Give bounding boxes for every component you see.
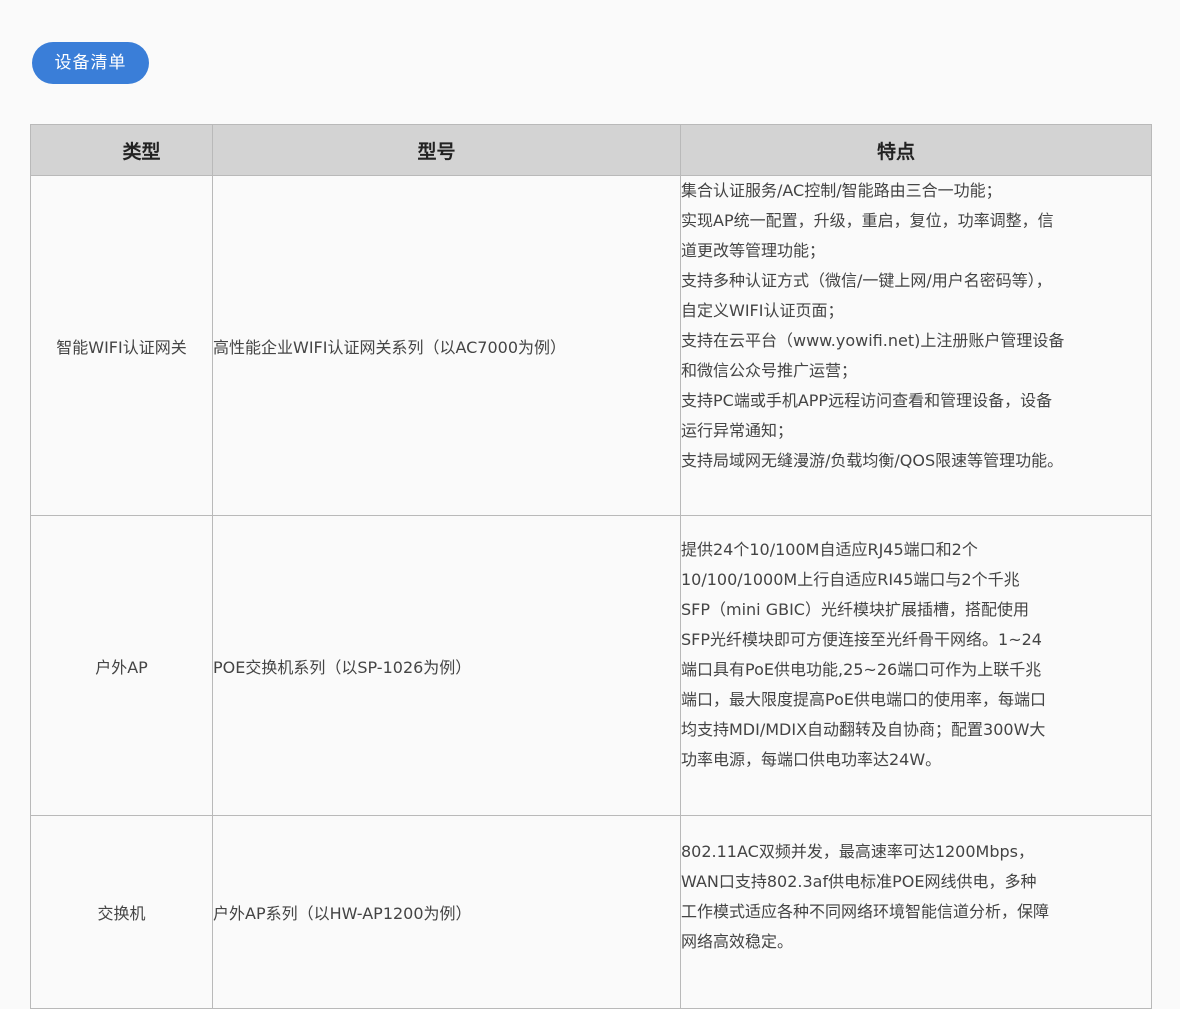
feature-line: 运行异常通知；: [681, 421, 794, 440]
feature-line: 集合认证服务/AC控制/智能路由三合一功能；: [681, 181, 1002, 200]
cell-type: 智能WIFI认证网关: [30, 175, 213, 516]
feature-line: 提供24个10/100M自适应RJ45端口和2个: [681, 540, 978, 559]
feature-line: 和微信公众号推广运营；: [681, 361, 858, 380]
table-row: 智能WIFI认证网关 高性能企业WIFI认证网关系列（以AC7000为例） 集合…: [30, 175, 1152, 516]
feature-line: 支持多种认证方式（微信/一键上网/用户名密码等），: [681, 271, 1052, 290]
equipment-table: 类型 型号 特点 智能WIFI认证网关 高性能企业WIFI认证网关系列（以AC7…: [30, 124, 1152, 1009]
section-title-badge: 设备清单: [32, 42, 149, 84]
cell-type: 交换机: [30, 815, 213, 1009]
feature-line: 端口具有PoE供电功能,25~26端口可作为上联千兆: [681, 660, 1042, 679]
header-model: 型号: [212, 124, 681, 176]
cell-model: 高性能企业WIFI认证网关系列（以AC7000为例）: [212, 175, 681, 516]
feature-line: 支持局域网无缝漫游/负载均衡/QOS限速等管理功能。: [681, 451, 1064, 470]
table-row: 户外AP POE交换机系列（以SP-1026为例） 提供24个10/100M自适…: [30, 515, 1152, 816]
feature-line: SFP光纤模块即可方便连接至光纤骨干网络。1~24: [681, 630, 1042, 649]
cell-features: 提供24个10/100M自适应RJ45端口和2个 10/100/1000M上行自…: [680, 515, 1152, 816]
header-features: 特点: [680, 124, 1152, 176]
cell-model: 户外AP系列（以HW-AP1200为例）: [212, 815, 681, 1009]
feature-line: 支持PC端或手机APP远程访问查看和管理设备，设备: [681, 391, 1053, 410]
feature-line: 均支持MDI/MDIX自动翻转及自协商；配置300W大: [681, 720, 1046, 739]
header-type: 类型: [30, 124, 213, 176]
feature-line: 10/100/1000M上行自适应RI45端口与2个千兆: [681, 570, 1020, 589]
feature-line: 自定义WIFI认证页面；: [681, 301, 844, 320]
table-header-row: 类型 型号 特点: [30, 124, 1152, 176]
table-row: 交换机 户外AP系列（以HW-AP1200为例） 802.11AC双频并发，最高…: [30, 815, 1152, 1009]
page: 设备清单 类型 型号 特点 智能WIFI认证网关 高性能企业WIFI认证网关系列…: [0, 0, 1180, 1009]
feature-line: 道更改等管理功能；: [681, 241, 826, 260]
feature-line: 实现AP统一配置，升级，重启，复位，功率调整，信: [681, 211, 1054, 230]
cell-features: 802.11AC双频并发，最高速率可达1200Mbps， WAN口支持802.3…: [680, 815, 1152, 1009]
feature-line: 支持在云平台（www.yowifi.net)上注册账户管理设备: [681, 331, 1065, 350]
feature-line: 802.11AC双频并发，最高速率可达1200Mbps，: [681, 842, 1034, 861]
feature-line: 网络高效稳定。: [681, 932, 794, 951]
feature-line: 工作模式适应各种不同网络环境智能信道分析，保障: [681, 902, 1050, 921]
feature-line: WAN口支持802.3af供电标准POE网线供电，多种: [681, 872, 1037, 891]
cell-type: 户外AP: [30, 515, 213, 816]
feature-line: 端口，最大限度提高PoE供电端口的使用率，每端口: [681, 690, 1046, 709]
feature-line: SFP（mini GBIC）光纤模块扩展插槽，搭配使用: [681, 600, 1029, 619]
feature-line: 功率电源，每端口供电功率达24W。: [681, 750, 942, 769]
cell-features: 集合认证服务/AC控制/智能路由三合一功能； 实现AP统一配置，升级，重启，复位…: [680, 175, 1152, 516]
cell-model: POE交换机系列（以SP-1026为例）: [212, 515, 681, 816]
